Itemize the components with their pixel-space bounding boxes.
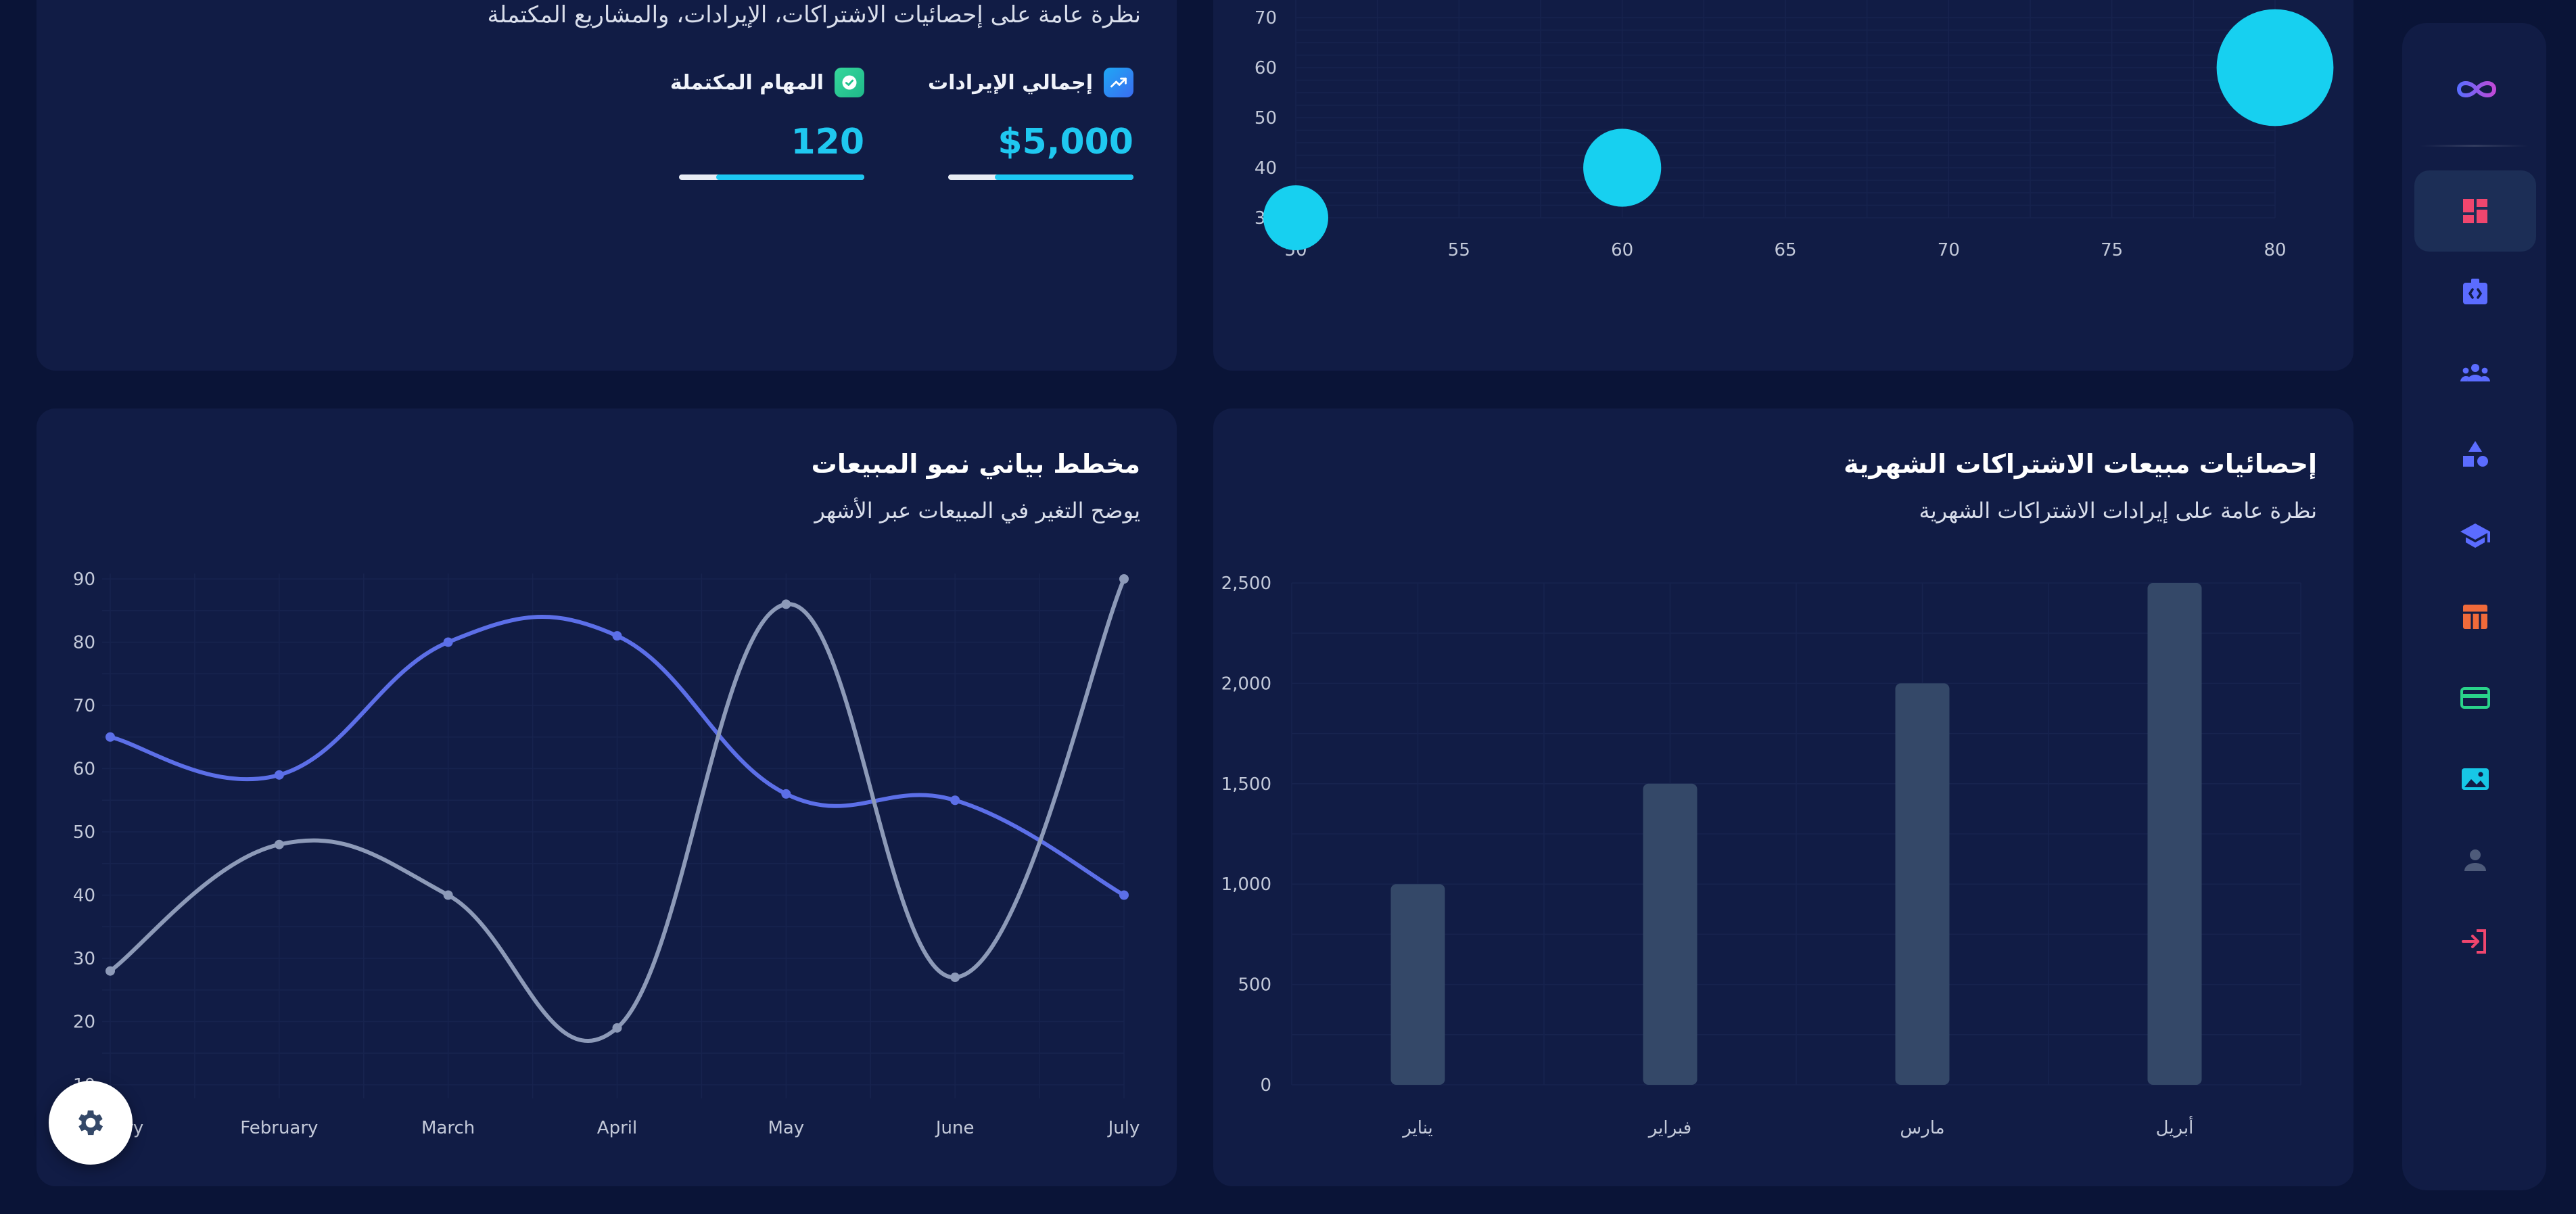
x-tick-label: 70 [1938,240,1960,260]
line-chart: 102030405060708090JanuaryFebruaryMarchAp… [73,569,1140,1138]
series-point [781,599,791,609]
bar [1895,683,1950,1085]
series-point [612,631,622,641]
stats-card: نظرة عامة على إحصائيات الاشتراكات، الإير… [37,0,1177,371]
table-icon [2463,605,2487,629]
x-tick-label: June [935,1118,975,1138]
y-tick-label: 40 [1255,158,1277,179]
sidebar-divider [2420,145,2529,147]
y-tick-label: 50 [1255,108,1277,129]
sidebar-item-sign-in[interactable] [2414,901,2536,982]
x-tick-label: February [240,1118,318,1138]
credit-card-icon [2460,687,2490,709]
trending-up-icon [1104,68,1133,97]
sidebar [2402,23,2546,1190]
series-point [443,890,453,900]
stat-label: المهام المكتملة [670,70,824,95]
x-tick-label: April [597,1118,637,1138]
sidebar-item-profile[interactable] [2414,820,2536,901]
sidebar-item-education[interactable] [2414,495,2536,576]
y-tick-label: 50 [73,822,95,843]
bubble-point [1583,129,1662,207]
stat-value: 120 [791,122,864,162]
x-tick-label: July [1107,1118,1140,1138]
settings-button[interactable] [49,1081,133,1165]
stat-progress-bar [948,174,1133,180]
x-tick-label: يناير [1401,1118,1433,1138]
bubble-point [2216,9,2334,126]
dashboard-icon [2463,199,2487,223]
sidebar-item-dashboard[interactable] [2414,170,2536,252]
y-tick-label: 0 [1260,1075,1271,1096]
y-tick-label: 30 [73,949,95,969]
series-point [106,732,115,742]
y-tick-label: 40 [73,886,95,906]
y-tick-label: 70 [1255,8,1277,28]
bar [2147,583,2202,1085]
x-tick-label: 60 [1611,240,1633,260]
y-tick-label: 90 [73,569,95,590]
login-icon [2462,929,2486,954]
bar [1643,783,1697,1085]
series-point [1119,574,1129,584]
series-point [950,973,960,983]
stat-progress-bar [679,174,864,180]
stats-subtitle: نظرة عامة على إحصائيات الاشتراكات، الإير… [487,1,1141,28]
sidebar-item-shapes[interactable] [2414,414,2536,495]
bubble-chart: 304050607050556065707580 [1255,0,2334,260]
stat-completed-tasks: المهام المكتملة 120 [670,66,864,181]
series-point [274,839,284,849]
x-tick-label: May [768,1118,804,1138]
y-tick-label: 60 [73,760,95,780]
y-tick-label: 70 [73,696,95,716]
x-tick-label: أبريل [2156,1115,2194,1138]
series-point [274,770,284,780]
series-point [443,637,453,647]
y-tick-label: 1,000 [1221,874,1271,895]
series-point [950,795,960,806]
bubble-point [1263,185,1328,250]
sidebar-item-id-badge[interactable] [2414,252,2536,333]
series-point [781,789,791,799]
image-icon [2462,768,2489,790]
x-tick-label: 80 [2264,240,2286,260]
sidebar-item-billing[interactable] [2414,657,2536,739]
id-badge-icon [2463,279,2487,304]
y-tick-label: 500 [1238,975,1271,996]
series-point [106,966,115,976]
sidebar-item-gallery[interactable] [2414,739,2536,820]
x-tick-label: March [421,1118,475,1138]
series-point [612,1023,622,1033]
sidebar-item-table[interactable] [2414,576,2536,657]
graduation-cap-icon [2460,523,2490,548]
group-icon [2460,364,2490,381]
bar-chart: 0 500 1,000 1,500 2,000 2,500 يناير فبراير مارس أ… [1221,574,2301,1138]
subscriptions-card: إحصائيات مبيعات الاشتراكات الشهرية نظرة … [1213,408,2353,1186]
infinity-logo-icon[interactable] [2450,70,2504,108]
y-tick-label: 20 [73,1012,95,1033]
x-tick-label: فبراير [1647,1118,1691,1138]
bubble-chart-card: 304050607050556065707580 [1213,0,2353,371]
y-tick-label: 2,500 [1221,574,1271,594]
shapes-icon [2463,441,2488,467]
x-tick-label: 75 [2101,240,2123,260]
x-tick-label: مارس [1900,1118,1944,1138]
y-tick-label: 80 [73,633,95,653]
y-tick-label: 1,500 [1221,774,1271,795]
y-tick-label: 60 [1255,58,1277,78]
bar [1390,884,1445,1085]
stat-revenue: إجمالي الإيرادات $5,000 [928,66,1133,181]
settings-gear-icon [78,1110,103,1136]
sidebar-item-group[interactable] [2414,333,2536,414]
sales-growth-card: مخطط بياني نمو المبيعات يوضح التغير في ا… [37,408,1177,1186]
series-point [1119,890,1129,900]
x-tick-label: 55 [1448,240,1470,260]
stat-value: $5,000 [998,122,1133,162]
person-icon [2464,849,2486,871]
check-circle-icon [835,68,864,97]
x-tick-label: 65 [1774,240,1796,260]
stat-label: إجمالي الإيرادات [928,70,1093,95]
y-tick-label: 2,000 [1221,674,1271,694]
